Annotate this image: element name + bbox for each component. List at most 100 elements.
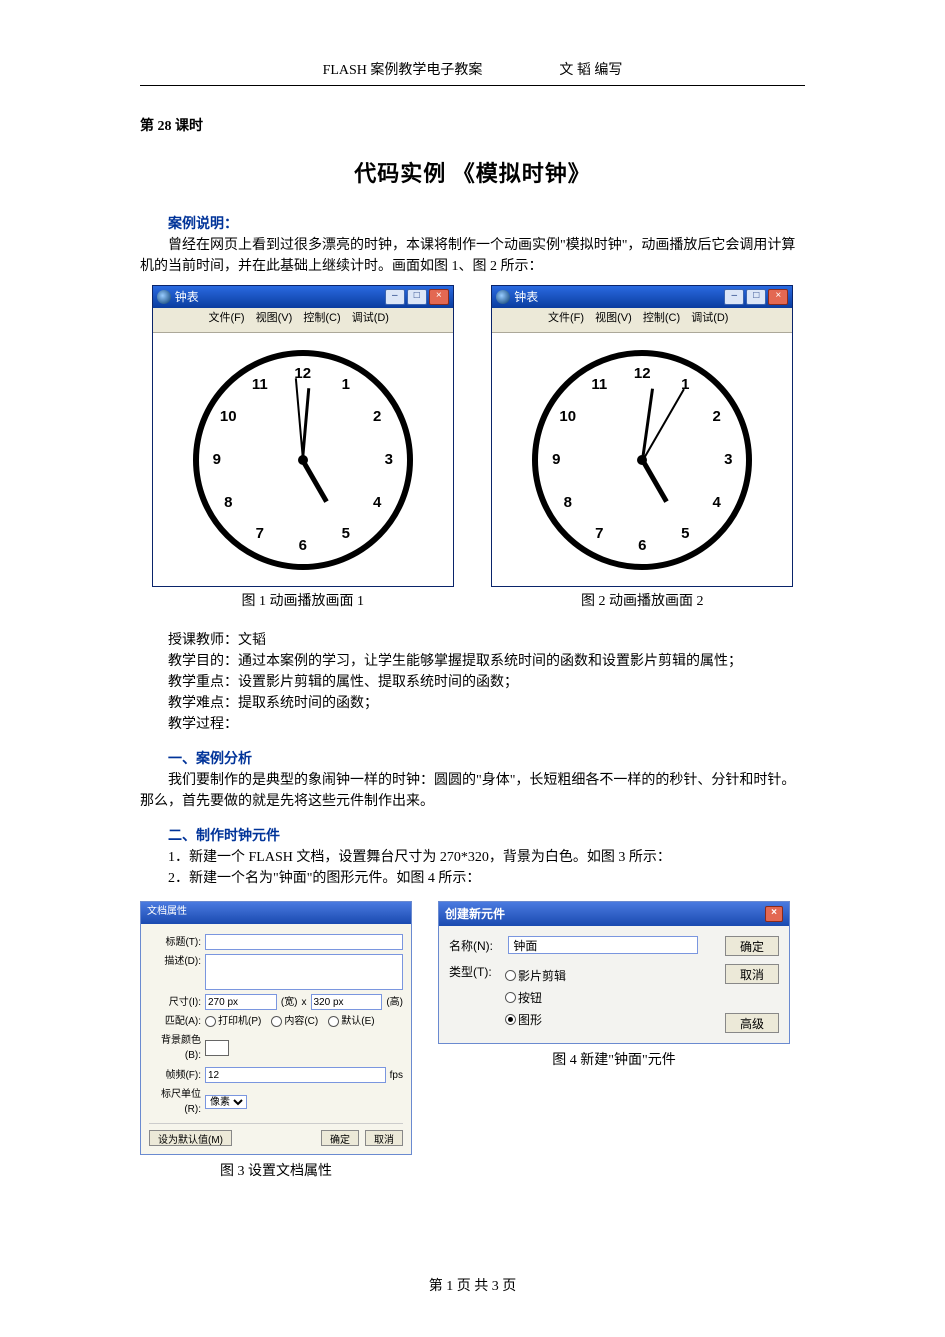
clock-number: 8 (564, 491, 572, 514)
menu-view[interactable]: 视图(V) (256, 312, 293, 324)
menu-debug[interactable]: 调试(D) (352, 312, 389, 324)
clock-number: 12 (634, 362, 651, 385)
menu-control[interactable]: 控制(C) (303, 312, 340, 324)
ok-button[interactable]: 确定 (321, 1130, 359, 1146)
menu-view[interactable]: 视图(V) (595, 312, 632, 324)
window-title: 钟表 (514, 288, 538, 306)
section-case-label: 案例说明： (140, 214, 805, 235)
set-default-button[interactable]: 设为默认值(M) (149, 1130, 232, 1146)
page-header: FLASH 案例教学电子教案 文 韬 编写 (140, 60, 805, 86)
clock-number: 2 (373, 405, 381, 428)
clock-number: 4 (373, 491, 381, 514)
clock-number: 1 (342, 374, 350, 397)
clock-center (298, 455, 308, 465)
clock-min-hand (301, 388, 310, 460)
window-title: 钟表 (175, 288, 199, 306)
x-sep: x (302, 995, 307, 1010)
lesson-number: 第 28 课时 (140, 116, 805, 137)
page-title: 代码实例 《模拟时钟》 (140, 157, 805, 190)
clock-number: 7 (595, 523, 603, 546)
cancel-button[interactable]: 取消 (725, 964, 779, 984)
menu-debug[interactable]: 调试(D) (691, 312, 728, 324)
fig1-caption: 图 1 动画播放画面 1 (140, 591, 466, 612)
label-name: 名称(N): (449, 937, 505, 955)
flash-window-1: 钟表 – □ × 文件(F) 视图(V) 控制(C) 调试(D) 1212345… (152, 285, 454, 587)
fig2-caption: 图 2 动画播放画面 2 (480, 591, 806, 612)
clock-number: 8 (224, 491, 232, 514)
menu-control[interactable]: 控制(C) (643, 312, 680, 324)
hard-line: 教学难点：提取系统时间的函数； (140, 693, 805, 714)
clock-number: 9 (213, 448, 221, 471)
clock-number: 10 (559, 405, 576, 428)
dialog-titlebar: 文档属性 (141, 902, 411, 924)
radio-default[interactable]: 默认(E) (328, 1014, 374, 1029)
width-input[interactable] (205, 994, 277, 1010)
minimize-button[interactable]: – (385, 289, 405, 305)
dialog-title: 创建新元件 (445, 905, 505, 923)
label-bg: 背景颜色(B): (149, 1033, 201, 1063)
document-properties-dialog: 文档属性 标题(T): 描述(D): 尺寸(I): (宽) x (高) 匹配(A… (140, 901, 412, 1155)
radio-movieclip[interactable]: 影片剪辑 (505, 967, 566, 985)
fps-input[interactable] (205, 1067, 386, 1083)
clock-number: 11 (252, 374, 268, 397)
titlebar: 钟表 – □ × (492, 286, 792, 308)
clock-2: 121234567891011 (532, 350, 752, 570)
minimize-button[interactable]: – (724, 289, 744, 305)
height-hint: (高) (386, 995, 403, 1010)
cancel-button[interactable]: 取消 (365, 1130, 403, 1146)
clock-number: 10 (220, 405, 237, 428)
clock-number: 9 (552, 448, 560, 471)
maximize-button[interactable]: □ (746, 289, 766, 305)
label-title: 标题(T): (149, 935, 201, 950)
close-button[interactable]: × (768, 289, 788, 305)
close-button[interactable]: × (429, 289, 449, 305)
clock-center (637, 455, 647, 465)
clock-hour-hand (640, 458, 668, 502)
radio-content[interactable]: 内容(C) (271, 1014, 318, 1029)
maximize-button[interactable]: □ (407, 289, 427, 305)
ruler-select[interactable]: 像素 (205, 1095, 247, 1109)
clock-number: 7 (256, 523, 264, 546)
menubar: 文件(F) 视图(V) 控制(C) 调试(D) (492, 308, 792, 333)
symbol-name-input[interactable] (508, 936, 698, 954)
titlebar: 钟表 – □ × (153, 286, 453, 308)
proc-line: 教学过程： (140, 714, 805, 735)
app-icon (496, 290, 510, 304)
advanced-button[interactable]: 高级 (725, 1013, 779, 1033)
radio-printer[interactable]: 打印机(P) (205, 1014, 261, 1029)
menubar: 文件(F) 视图(V) 控制(C) 调试(D) (153, 308, 453, 333)
clock-number: 4 (713, 491, 721, 514)
flash-window-2: 钟表 – □ × 文件(F) 视图(V) 控制(C) 调试(D) 1212345… (491, 285, 793, 587)
clock-1: 121234567891011 (193, 350, 413, 570)
fig4-caption: 图 4 新建"钟面"元件 (438, 1050, 790, 1071)
app-icon (157, 290, 171, 304)
label-type: 类型(T): (449, 963, 505, 1033)
clock-sec-hand (295, 378, 304, 460)
title-input[interactable] (205, 934, 403, 950)
page-footer: 第 1 页 共 3 页 (0, 1276, 945, 1297)
teacher-line: 授课教师：文韬 (140, 630, 805, 651)
label-fps: 帧频(F): (149, 1068, 201, 1083)
clock-hour-hand (301, 458, 329, 502)
menu-file[interactable]: 文件(F) (209, 312, 245, 324)
height-input[interactable] (311, 994, 383, 1010)
clock-number: 5 (342, 523, 350, 546)
section2-line2: 2．新建一个名为"钟面"的图形元件。如图 4 所示： (140, 868, 805, 889)
section1-label: 一、案例分析 (140, 749, 805, 770)
ok-button[interactable]: 确定 (725, 936, 779, 956)
clock-number: 6 (299, 534, 307, 557)
clock-number: 12 (294, 362, 311, 385)
radio-button-type[interactable]: 按钮 (505, 989, 566, 1007)
label-desc: 描述(D): (149, 954, 201, 969)
header-left: FLASH 案例教学电子教案 (323, 63, 483, 78)
bgcolor-swatch[interactable] (205, 1040, 229, 1056)
menu-file[interactable]: 文件(F) (548, 312, 584, 324)
desc-input[interactable] (205, 954, 403, 990)
width-hint: (宽) (281, 995, 298, 1010)
label-size: 尺寸(I): (149, 995, 201, 1010)
create-symbol-dialog: 创建新元件 × 名称(N): 类型(T): 影片剪辑 (438, 901, 790, 1044)
label-ruler: 标尺单位(R): (149, 1087, 201, 1117)
radio-graphic[interactable]: 图形 (505, 1011, 566, 1029)
close-button[interactable]: × (765, 906, 783, 922)
clock-number: 2 (713, 405, 721, 428)
